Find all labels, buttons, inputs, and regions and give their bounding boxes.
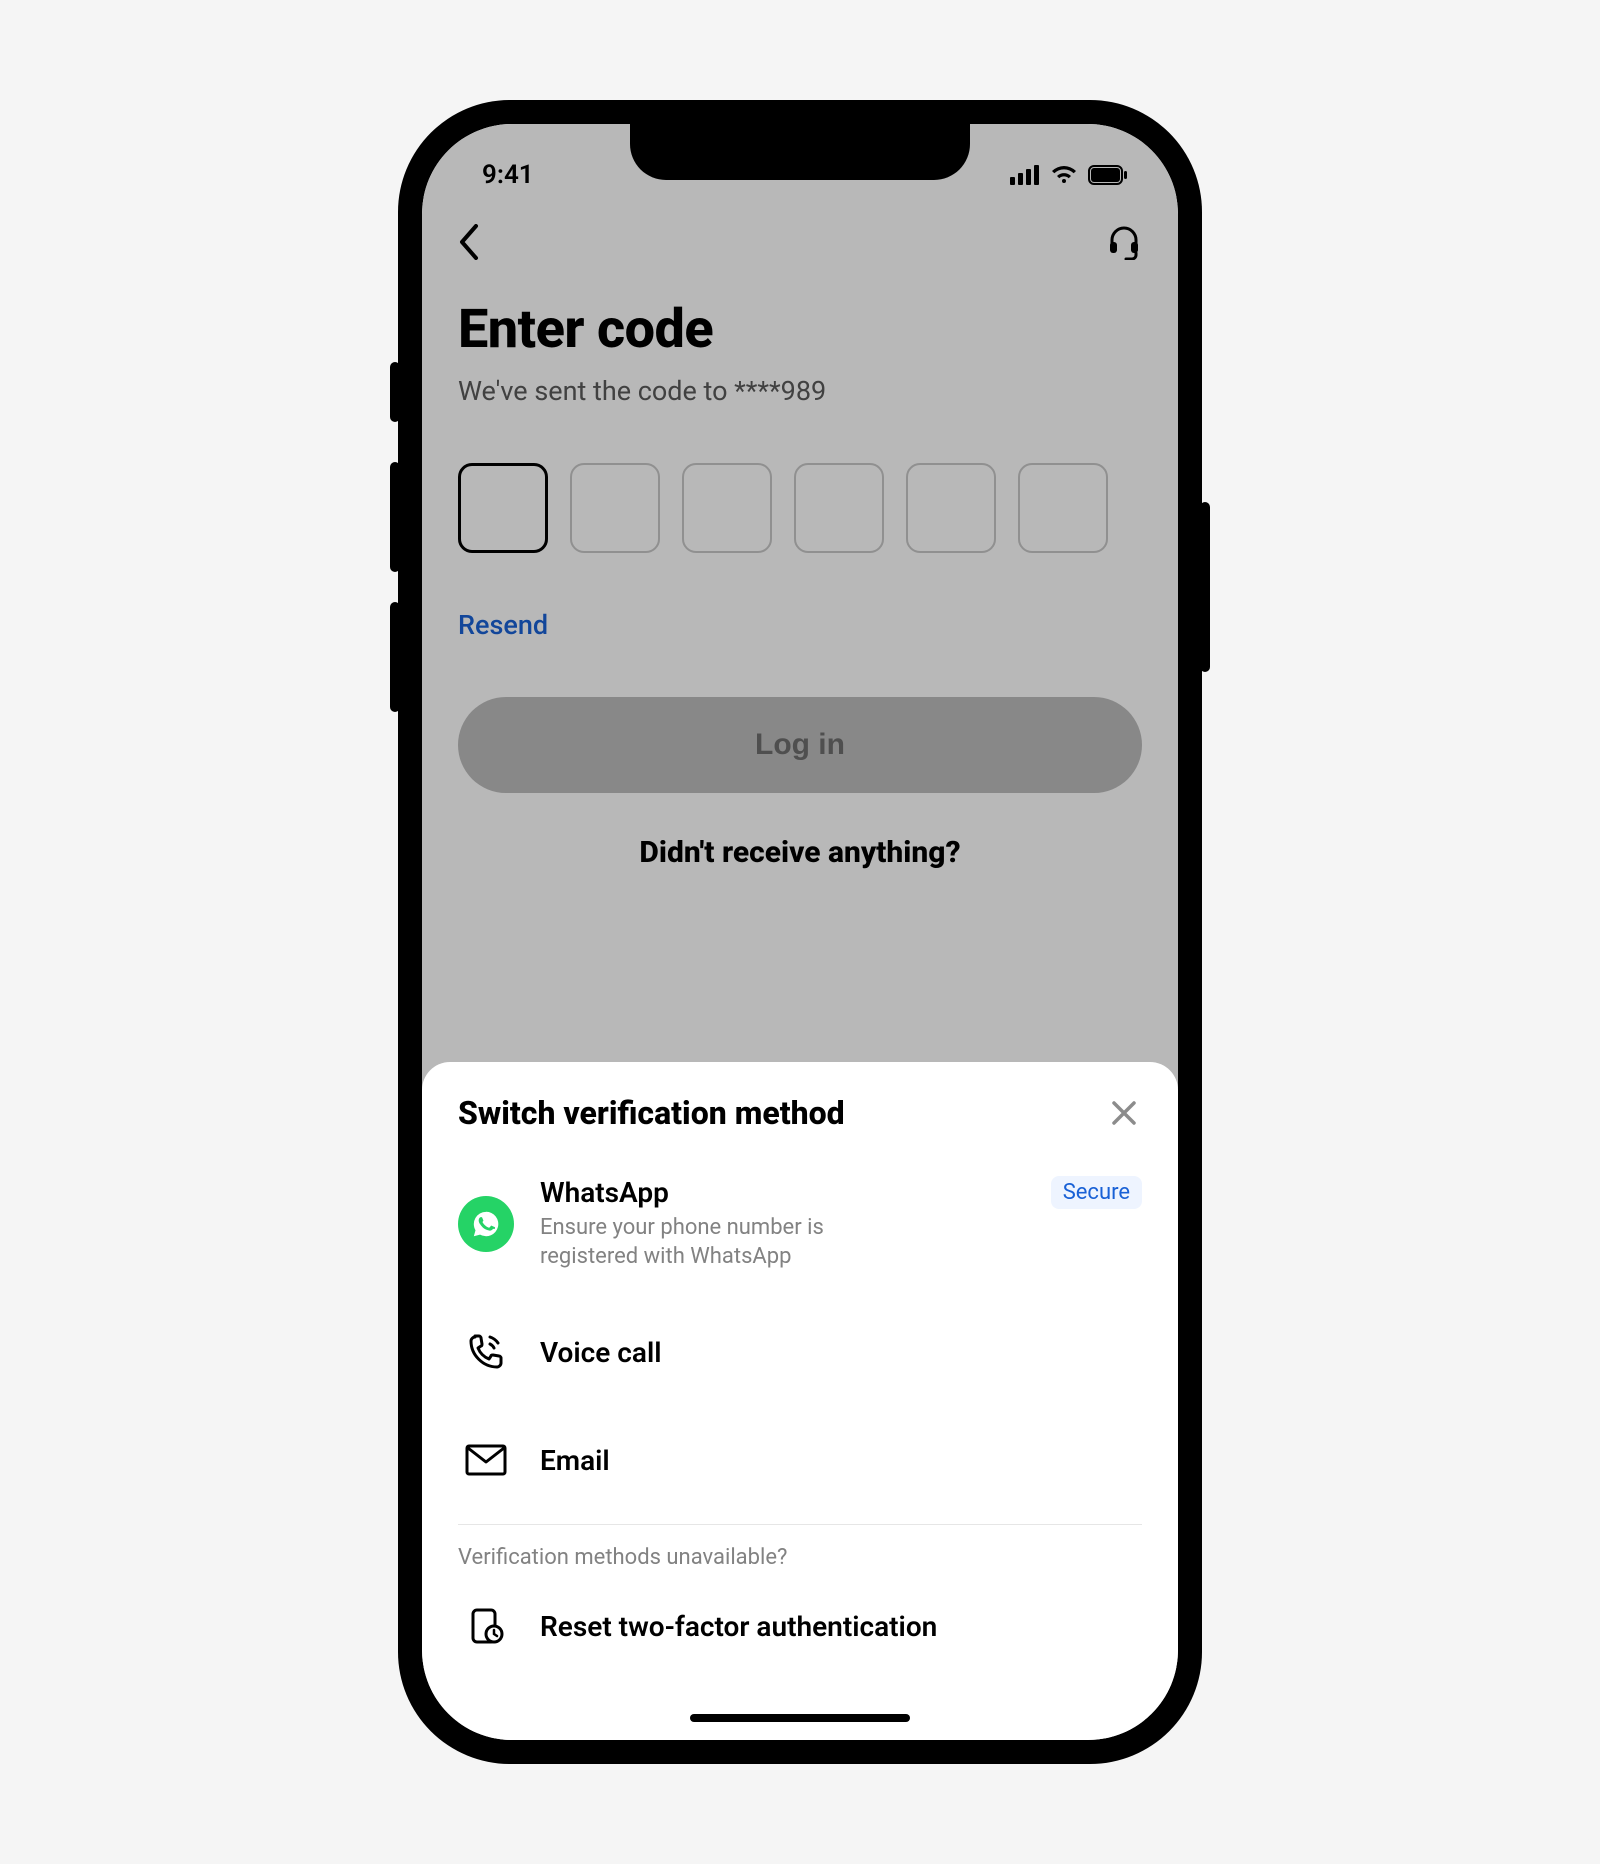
phone-side-button bbox=[390, 362, 400, 422]
switch-method-sheet: Switch verification method WhatsApp Ensu… bbox=[422, 1062, 1178, 1740]
phone-side-button bbox=[1200, 502, 1210, 672]
method-voice-title: Voice call bbox=[540, 1336, 1142, 1369]
phone-call-icon bbox=[466, 1332, 506, 1372]
reset-2fa-label: Reset two-factor authentication bbox=[540, 1610, 1142, 1643]
phone-frame: 9:41 Enter code bbox=[400, 102, 1200, 1762]
reset-2fa[interactable]: Reset two-factor authentication bbox=[458, 1582, 1142, 1670]
home-indicator[interactable] bbox=[690, 1714, 910, 1722]
method-email-title: Email bbox=[540, 1444, 1142, 1477]
stage: 9:41 Enter code bbox=[0, 0, 1600, 1864]
method-email[interactable]: Email bbox=[458, 1406, 1142, 1514]
phone-notch bbox=[630, 124, 970, 180]
method-whatsapp-title: WhatsApp bbox=[540, 1176, 1025, 1209]
close-icon bbox=[1110, 1099, 1138, 1127]
phone-side-button bbox=[390, 602, 400, 712]
close-button[interactable] bbox=[1106, 1095, 1142, 1131]
whatsapp-icon bbox=[458, 1196, 514, 1252]
phone-side-button bbox=[390, 462, 400, 572]
email-icon bbox=[465, 1444, 507, 1476]
sheet-divider bbox=[458, 1524, 1142, 1525]
device-reset-icon bbox=[466, 1606, 506, 1646]
secure-badge: Secure bbox=[1051, 1176, 1142, 1209]
method-voice-call[interactable]: Voice call bbox=[458, 1298, 1142, 1406]
sheet-title: Switch verification method bbox=[458, 1094, 845, 1132]
method-whatsapp-desc: Ensure your phone number is registered w… bbox=[540, 1213, 920, 1272]
method-whatsapp[interactable]: WhatsApp Ensure your phone number is reg… bbox=[458, 1150, 1142, 1298]
methods-unavailable-label: Verification methods unavailable? bbox=[458, 1545, 1142, 1570]
screen: 9:41 Enter code bbox=[422, 124, 1178, 1740]
